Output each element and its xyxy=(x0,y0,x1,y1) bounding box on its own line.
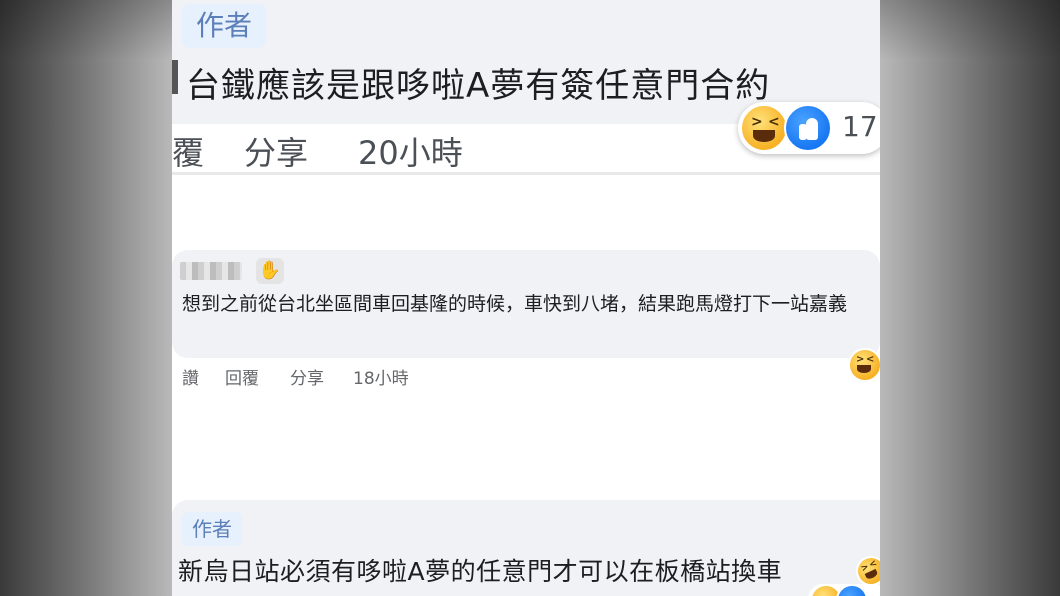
background-left-blur xyxy=(0,0,172,596)
like-icon xyxy=(836,584,868,596)
commenter-name-blurred[interactable] xyxy=(180,262,242,280)
comment-text: 想到之前從台北坐區間車回基隆的時候，車快到八堵，結果跑馬燈打下一站嘉義 xyxy=(182,293,848,315)
author-badge: 作者 xyxy=(182,512,242,546)
laugh-icon: > < xyxy=(740,104,788,152)
comment-bubble: ✋ 想到之前從台北坐區間車回基隆的時候，車快到八堵，結果跑馬燈打下一站嘉義 xyxy=(172,250,880,358)
comments-panel: 作者 台鐵應該是跟哆啦A夢有簽任意門合約 > < 17 覆 分享 20小時 ✋ … xyxy=(172,0,880,596)
share-link[interactable]: 分享 xyxy=(290,364,324,389)
timestamp[interactable]: 20小時 xyxy=(358,128,463,174)
author-badge: 作者 xyxy=(182,4,267,48)
like-icon xyxy=(784,104,832,152)
avatar-edge xyxy=(172,60,178,94)
reaction-summary[interactable] xyxy=(808,584,880,596)
timestamp[interactable]: 18小時 xyxy=(353,364,409,389)
reaction-count: 17 xyxy=(842,110,878,143)
comment-text: 台鐵應該是跟哆啦A夢有簽任意門合約 xyxy=(186,66,771,106)
background-right-blur xyxy=(880,0,1060,596)
reaction-summary[interactable]: > < 17 xyxy=(738,102,880,154)
like-link[interactable]: 讚 xyxy=(182,364,199,389)
share-link[interactable]: 分享 xyxy=(244,128,308,174)
reply-link[interactable]: 覆 xyxy=(172,128,204,174)
comment-bubble: 作者 新烏日站必須有哆啦A夢的任意門才可以在板橋站換車 xyxy=(172,500,880,596)
waving-hand-icon: ✋ xyxy=(256,258,284,284)
laugh-icon[interactable]: > < xyxy=(848,348,880,382)
comment-text: 新烏日站必須有哆啦A夢的任意門才可以在板橋站換車 xyxy=(178,557,783,586)
reply-link[interactable]: 回覆 xyxy=(225,364,259,389)
divider xyxy=(172,172,880,175)
